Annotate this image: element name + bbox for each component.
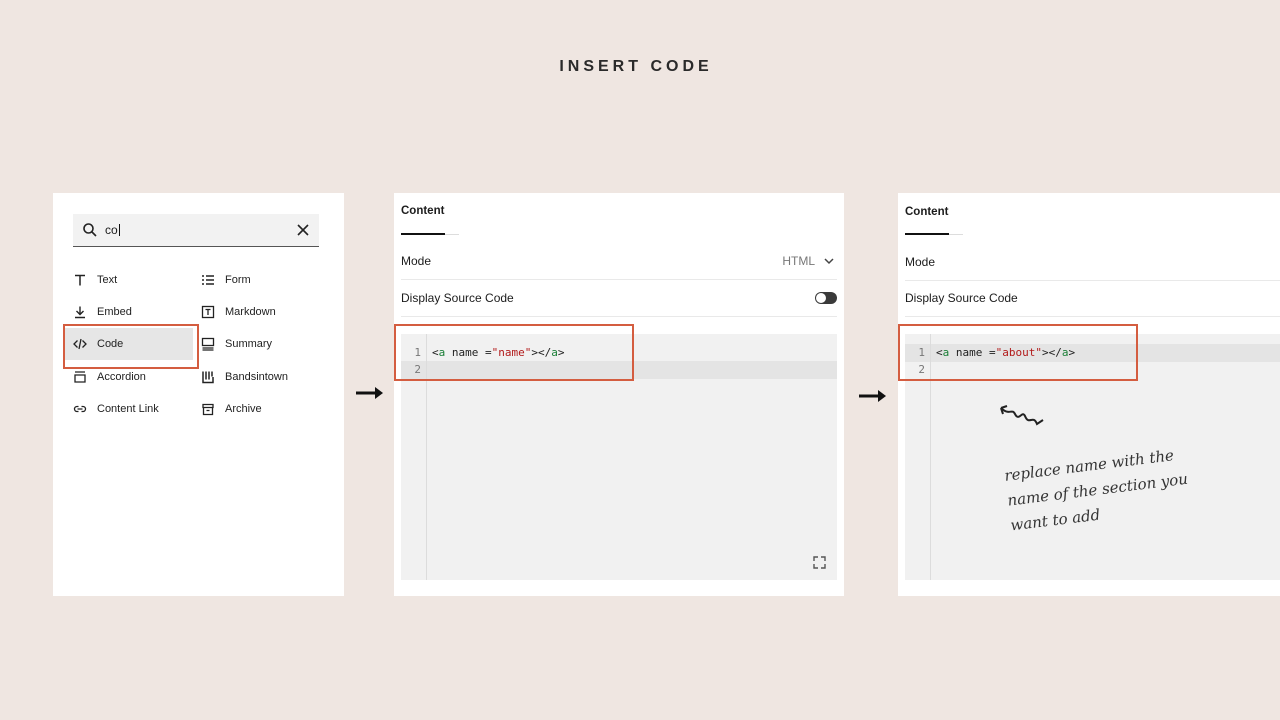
highlight-box bbox=[394, 324, 634, 381]
search-input[interactable]: co bbox=[105, 223, 120, 237]
mode-row: Mode bbox=[905, 244, 1280, 281]
block-item-label: Embed bbox=[97, 306, 132, 318]
block-item-summary[interactable]: Summary bbox=[193, 328, 325, 360]
block-item-label: Bandsintown bbox=[225, 371, 288, 383]
archive-icon bbox=[202, 403, 214, 416]
block-item-label: Archive bbox=[225, 403, 262, 415]
source-code-row: Display Source Code bbox=[905, 280, 1280, 317]
source-code-label: Display Source Code bbox=[401, 291, 514, 305]
highlight-box bbox=[63, 324, 199, 369]
embed-icon bbox=[75, 306, 85, 319]
source-code-label: Display Source Code bbox=[905, 291, 1018, 305]
accordion-icon bbox=[74, 371, 86, 383]
page-title: INSERT CODE bbox=[559, 58, 713, 75]
link-icon bbox=[73, 405, 87, 413]
source-code-row: Display Source Code bbox=[401, 280, 837, 317]
block-search[interactable]: co bbox=[73, 214, 319, 247]
block-item-label: Summary bbox=[225, 338, 273, 350]
mode-select[interactable]: HTML bbox=[782, 254, 837, 268]
summary-icon bbox=[201, 337, 215, 351]
chevron-down-icon bbox=[824, 258, 834, 265]
mode-row: Mode HTML bbox=[401, 243, 837, 280]
block-item-archive[interactable]: Archive bbox=[193, 393, 325, 425]
tab-underline bbox=[401, 233, 445, 235]
arrow-right-icon bbox=[356, 387, 383, 399]
source-code-toggle[interactable] bbox=[815, 292, 837, 304]
squiggle-arrow-icon bbox=[1000, 405, 1044, 426]
mode-value: HTML bbox=[782, 254, 815, 268]
block-picker-panel: co Text Embed Code Accordion Content Lin… bbox=[53, 193, 344, 596]
block-item-label: Markdown bbox=[225, 306, 276, 318]
block-item-label: Content Link bbox=[97, 403, 159, 415]
block-item-label: Accordion bbox=[97, 371, 146, 383]
form-icon bbox=[202, 275, 214, 285]
block-item-content-link[interactable]: Content Link bbox=[65, 393, 197, 425]
close-icon[interactable] bbox=[296, 223, 310, 237]
tab-content[interactable]: Content bbox=[905, 206, 948, 218]
highlight-box bbox=[898, 324, 1138, 381]
divider bbox=[949, 234, 963, 235]
code-editor-panel-edited: Content Mode Display Source Code 1 2 <a … bbox=[898, 193, 1280, 596]
markdown-icon bbox=[201, 305, 215, 319]
annotation-note: replace name with the name of the sectio… bbox=[1003, 446, 1189, 535]
divider bbox=[445, 234, 459, 235]
code-editor-panel: Content Mode HTML Display Source Code 1 … bbox=[394, 193, 844, 596]
block-item-form[interactable]: Form bbox=[193, 264, 325, 296]
mode-label: Mode bbox=[401, 254, 432, 268]
tab-underline bbox=[905, 233, 949, 235]
arrow-right-icon bbox=[859, 390, 886, 402]
text-icon bbox=[75, 274, 85, 286]
expand-icon[interactable] bbox=[813, 556, 826, 569]
mode-label: Mode bbox=[905, 255, 936, 269]
block-item-text[interactable]: Text bbox=[65, 264, 197, 296]
block-item-label: Form bbox=[225, 274, 251, 286]
block-item-bandsintown[interactable]: Bandsintown bbox=[193, 361, 325, 393]
block-item-markdown[interactable]: Markdown bbox=[193, 296, 325, 328]
search-icon bbox=[83, 223, 97, 237]
block-item-label: Text bbox=[97, 274, 118, 286]
tab-content[interactable]: Content bbox=[401, 205, 444, 217]
bandsintown-icon bbox=[202, 371, 214, 384]
